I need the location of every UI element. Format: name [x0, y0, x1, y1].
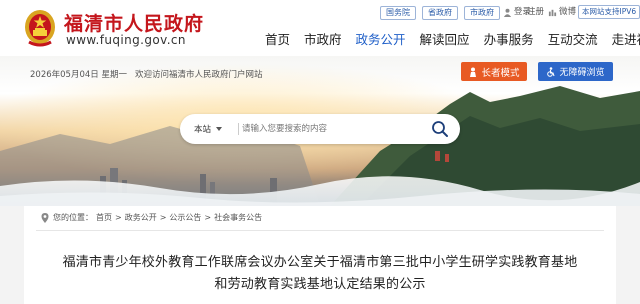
breadcrumb-separator: >	[159, 213, 167, 222]
nav-item-gov-affairs[interactable]: 政务公开	[349, 32, 413, 48]
caret-down-icon	[216, 127, 223, 131]
welcome-text: 欢迎访问福清市人民政府门户网站	[134, 70, 263, 80]
site-title[interactable]: 福清市人民政府	[64, 9, 204, 36]
ipv6-badge: 本网站支持IPV6	[578, 5, 640, 19]
top-link-province[interactable]: 省政府	[422, 6, 458, 20]
breadcrumb-gov-affairs[interactable]: 政务公开	[125, 212, 157, 223]
register-link[interactable]: 注册	[527, 6, 544, 18]
top-link-city[interactable]: 市政府	[464, 6, 500, 20]
breadcrumb: 您的位置： 首页 > 政务公开 > 公示公告 > 社会事务公告	[40, 212, 262, 223]
location-pin-icon	[41, 212, 49, 223]
nav-item-interpretation[interactable]: 解读回应	[413, 32, 477, 48]
breadcrumb-separator: >	[115, 213, 122, 222]
accessible-label: 无障碍浏览	[559, 68, 605, 78]
breadcrumb-divider	[36, 230, 604, 231]
nav-item-services[interactable]: 办事服务	[477, 32, 541, 48]
breadcrumb-social-affairs[interactable]: 社会事务公告	[214, 212, 262, 223]
search-scope-value: 本站	[194, 125, 212, 135]
top-links: 国务院 省政府 市政府	[380, 6, 500, 20]
site-header: 福清市人民政府 www.fuqing.gov.cn 国务院 省政府 市政府 登录…	[0, 0, 640, 56]
top-link-state-council[interactable]: 国务院	[380, 6, 416, 20]
search-icon[interactable]	[431, 120, 449, 138]
accessible-browse-button[interactable]: 无障碍浏览	[538, 62, 613, 81]
person-icon	[470, 67, 477, 77]
user-icon	[503, 8, 512, 17]
site-url: www.fuqing.gov.cn	[66, 33, 186, 47]
elder-mode-label: 长者模式	[481, 67, 520, 79]
breadcrumb-announcements[interactable]: 公示公告	[169, 212, 201, 223]
elder-mode-button[interactable]: 长者模式	[461, 62, 527, 81]
search-scope-select[interactable]: 本站	[194, 123, 223, 135]
wheelchair-icon	[547, 66, 556, 77]
welcome-bar: 2026年05月04日 星期一 欢迎访问福清市人民政府门户网站	[30, 68, 262, 80]
search-bar: 本站	[180, 114, 460, 144]
article-title: 福清市青少年校外教育工作联席会议办公室关于福清市第三批中小学生研学实践教育基地和…	[62, 255, 578, 292]
current-date: 2026年05月04日 星期一	[30, 70, 127, 80]
weibo-label: 微博	[559, 7, 577, 17]
national-emblem-icon[interactable]	[23, 8, 57, 48]
nav-item-interaction[interactable]: 互动交流	[541, 32, 605, 48]
main-nav: 首页 市政府 政务公开 解读回应 办事服务 互动交流 走进福清	[258, 32, 640, 48]
weibo-icon	[548, 9, 557, 16]
register-label: 注册	[527, 7, 545, 17]
nav-item-about-fuqing[interactable]: 走进福清	[605, 32, 640, 48]
weibo-link[interactable]: 微博	[548, 6, 576, 18]
nav-item-government[interactable]: 市政府	[297, 32, 349, 48]
search-input[interactable]	[242, 119, 422, 139]
breadcrumb-separator: >	[204, 213, 212, 222]
breadcrumb-prefix: 您的位置：	[53, 213, 93, 222]
nav-item-home[interactable]: 首页	[258, 32, 297, 48]
scope-divider	[238, 123, 239, 135]
breadcrumb-home[interactable]: 首页	[96, 212, 112, 223]
